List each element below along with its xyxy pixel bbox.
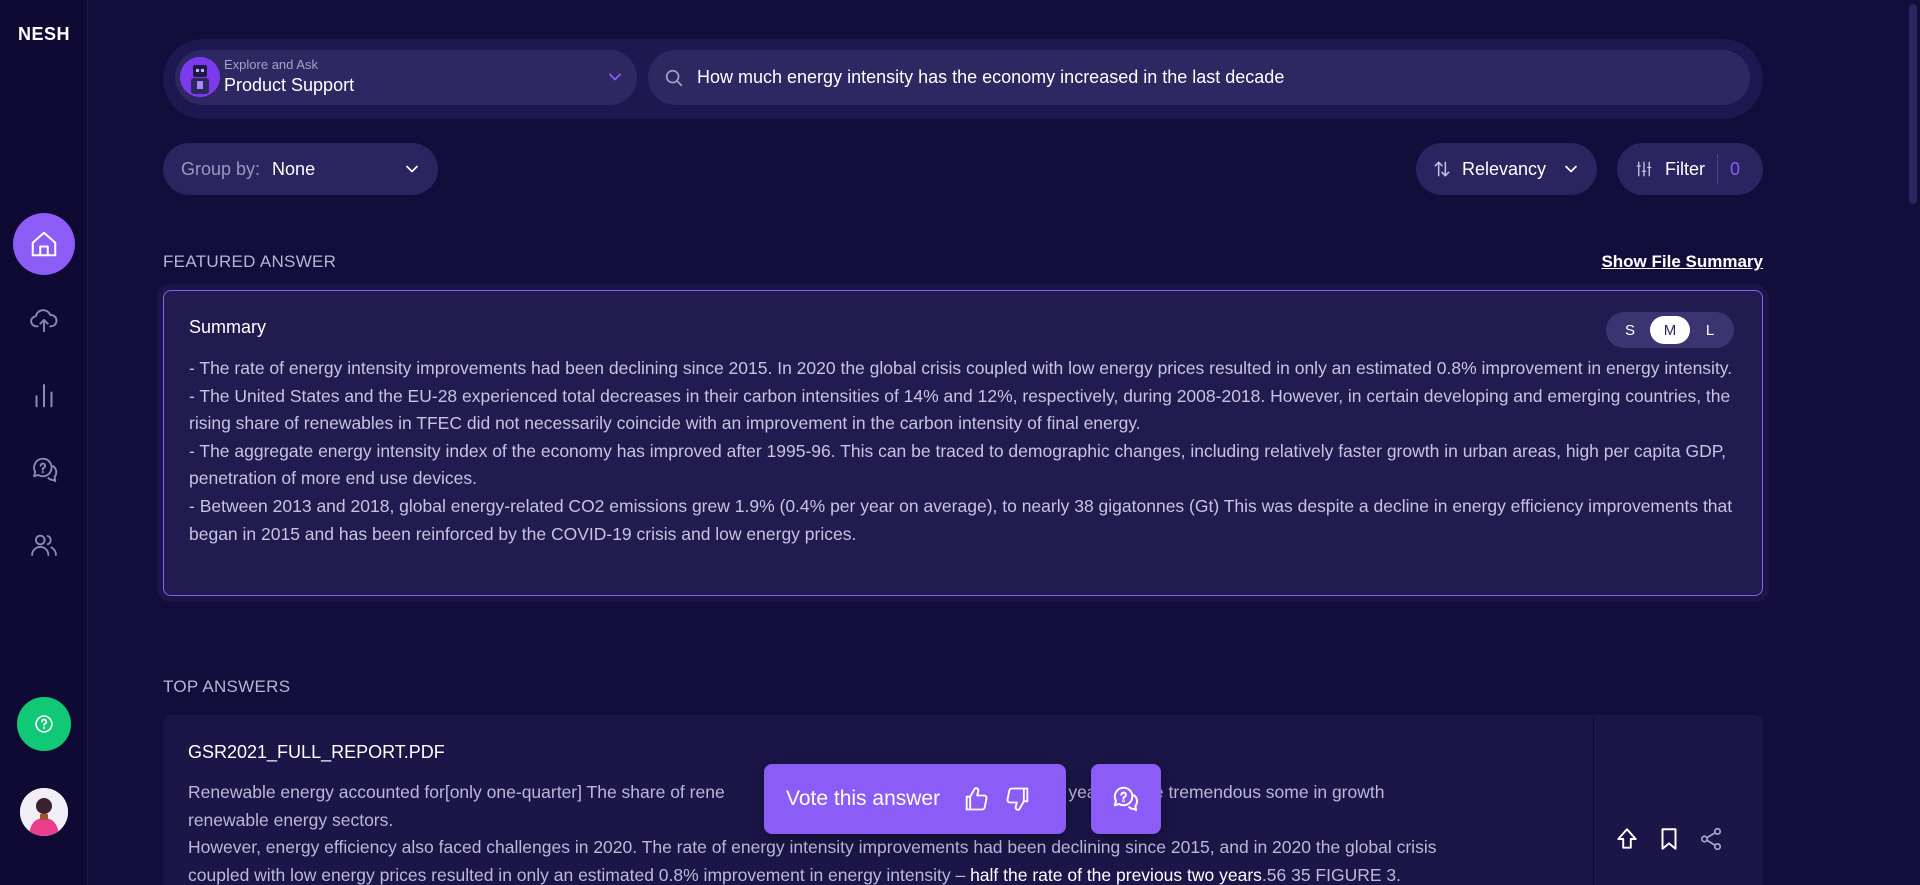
sort-label: Relevancy [1462, 158, 1547, 179]
summary-paragraph: - The United States and the EU-28 experi… [189, 385, 1731, 434]
users-icon [31, 534, 57, 556]
summary-paragraph: - The rate of energy intensity improveme… [189, 358, 1733, 378]
group-by-select[interactable]: Group by: None [163, 143, 438, 195]
open-button[interactable] [1613, 825, 1641, 853]
sort-icon [1434, 161, 1450, 177]
nav-ask[interactable] [13, 439, 75, 501]
vote-bar: Vote this answer [764, 764, 1066, 834]
nav-analytics[interactable] [13, 364, 75, 426]
nav-users[interactable] [13, 514, 75, 576]
chevron-down-icon [406, 165, 418, 173]
answer-text: .56 35 FIGURE 3. [1261, 864, 1401, 885]
filter-divider [1717, 154, 1718, 184]
answer-text: coupled with low energy prices resulted … [188, 864, 971, 885]
show-file-summary-link[interactable]: Show File Summary [1601, 252, 1763, 272]
nav-upload[interactable] [13, 289, 75, 351]
answer-line: coupled with low energy prices resulted … [188, 862, 1528, 885]
size-option-s[interactable]: S [1610, 316, 1650, 344]
sliders-icon [1636, 161, 1652, 177]
page-scrollbar[interactable] [1906, 0, 1920, 885]
answer-divider [1593, 715, 1594, 885]
summary-size-toggle: S M L [1606, 312, 1734, 348]
answer-highlight: half the rate of the previous two years [970, 864, 1262, 885]
featured-answer-card: Summary S M L - The rate of energy inten… [163, 290, 1763, 596]
arrow-up-icon [1617, 828, 1637, 849]
summary-text: - The rate of energy intensity improveme… [189, 355, 1734, 548]
thumbs-up-icon[interactable] [962, 785, 990, 813]
filter-label: Filter [1665, 158, 1705, 179]
group-by-value: None [272, 158, 316, 179]
bookmark-button[interactable] [1655, 825, 1683, 853]
summary-paragraph: - The aggregate energy intensity index o… [189, 440, 1727, 489]
summary-paragraph: - Between 2013 and 2018, global energy-r… [189, 495, 1733, 544]
thumbs-down-icon[interactable] [1004, 785, 1032, 813]
space-name: Product Support [224, 75, 355, 95]
chevron-down-icon [1565, 165, 1577, 173]
share-icon [1700, 827, 1722, 851]
answer-line: However, energy efficiency also faced ch… [188, 837, 1437, 858]
filter-count: 0 [1730, 158, 1741, 179]
search-bar: Explore and Ask Product Support How much… [163, 39, 1763, 119]
sidebar: NESH [0, 0, 88, 885]
size-option-m[interactable]: M [1650, 316, 1690, 344]
search-icon [665, 69, 683, 86]
chat-question-icon [33, 457, 58, 483]
top-answers-title: TOP ANSWERS [163, 677, 291, 696]
space-avatar [180, 57, 220, 97]
chevron-down-icon [609, 73, 621, 81]
bookmark-icon [1661, 828, 1677, 850]
answer-file-name[interactable]: GSR2021_FULL_REPORT.PDF [188, 742, 445, 763]
vote-label: Vote this answer [786, 787, 941, 810]
ask-follow-up-button[interactable] [1091, 764, 1161, 834]
app-logo[interactable]: NESH [0, 24, 88, 45]
help-button[interactable] [17, 697, 71, 751]
chat-bubbles-icon [1113, 786, 1138, 812]
summary-title: Summary [189, 317, 267, 337]
answer-actions [1613, 825, 1725, 853]
nav-home[interactable] [13, 213, 75, 275]
help-circle-icon [35, 715, 53, 733]
bar-chart-icon [35, 384, 53, 408]
cloud-upload-icon [30, 309, 58, 333]
user-avatar[interactable] [20, 788, 68, 836]
filter-button[interactable]: Filter 0 [1617, 143, 1763, 195]
home-icon [31, 231, 57, 257]
size-option-l[interactable]: L [1690, 316, 1730, 344]
search-input[interactable]: How much energy intensity has the econom… [648, 50, 1750, 105]
scrollbar-thumb[interactable] [1909, 4, 1917, 204]
robot-avatar-icon [180, 57, 220, 97]
search-query: How much energy intensity has the econom… [697, 67, 1285, 87]
sort-select[interactable]: Relevancy [1416, 143, 1597, 195]
space-selector[interactable]: Explore and Ask Product Support [175, 50, 637, 105]
share-button[interactable] [1697, 825, 1725, 853]
avatar-image [20, 788, 68, 836]
answer-text: Renewable energy accounted for[only one-… [188, 782, 725, 802]
space-caption: Explore and Ask [224, 57, 318, 72]
group-by-label: Group by: [181, 158, 261, 179]
featured-answer-title: FEATURED ANSWER [163, 252, 337, 271]
